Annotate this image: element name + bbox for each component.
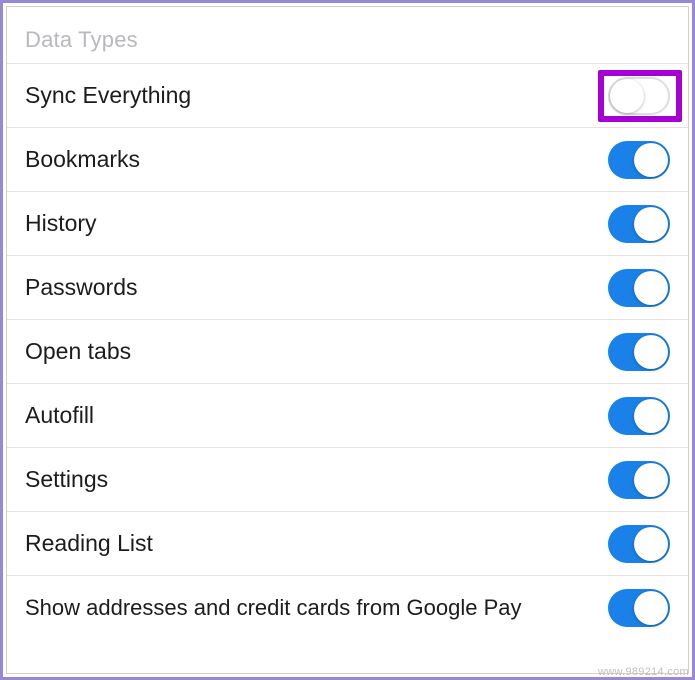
toggle-bookmarks[interactable]	[608, 141, 670, 179]
toggle-passwords[interactable]	[608, 269, 670, 307]
label-bookmarks: Bookmarks	[25, 145, 140, 174]
label-autofill: Autofill	[25, 401, 94, 430]
toggle-reading-list[interactable]	[608, 525, 670, 563]
row-autofill: Autofill	[7, 383, 688, 447]
toggle-settings[interactable]	[608, 461, 670, 499]
row-settings: Settings	[7, 447, 688, 511]
toggle-knob	[634, 335, 668, 369]
row-history: History	[7, 191, 688, 255]
section-header-data-types: Data Types	[7, 13, 688, 63]
toggle-sync-everything[interactable]	[608, 77, 670, 115]
settings-panel: Data Types Sync Everything Bookmarks His…	[6, 6, 689, 674]
toggle-knob	[634, 527, 668, 561]
label-passwords: Passwords	[25, 273, 137, 302]
toggle-google-pay[interactable]	[608, 589, 670, 627]
row-passwords: Passwords	[7, 255, 688, 319]
row-google-pay: Show addresses and credit cards from Goo…	[7, 575, 688, 639]
row-bookmarks: Bookmarks	[7, 127, 688, 191]
label-sync-everything: Sync Everything	[25, 81, 191, 110]
toggle-open-tabs[interactable]	[608, 333, 670, 371]
label-history: History	[25, 209, 97, 238]
toggle-knob	[634, 207, 668, 241]
toggle-knob	[634, 591, 668, 625]
toggle-knob	[634, 463, 668, 497]
label-settings: Settings	[25, 465, 108, 494]
row-open-tabs: Open tabs	[7, 319, 688, 383]
toggle-knob	[634, 271, 668, 305]
row-sync-everything: Sync Everything	[7, 63, 688, 127]
row-reading-list: Reading List	[7, 511, 688, 575]
screenshot-frame: Data Types Sync Everything Bookmarks His…	[0, 0, 695, 680]
label-reading-list: Reading List	[25, 529, 153, 558]
toggle-knob	[634, 399, 668, 433]
toggle-knob	[610, 79, 644, 113]
watermark: www.989214.com	[598, 666, 689, 678]
label-google-pay: Show addresses and credit cards from Goo…	[25, 594, 521, 622]
toggle-history[interactable]	[608, 205, 670, 243]
toggle-knob	[634, 143, 668, 177]
toggle-autofill[interactable]	[608, 397, 670, 435]
label-open-tabs: Open tabs	[25, 337, 131, 366]
